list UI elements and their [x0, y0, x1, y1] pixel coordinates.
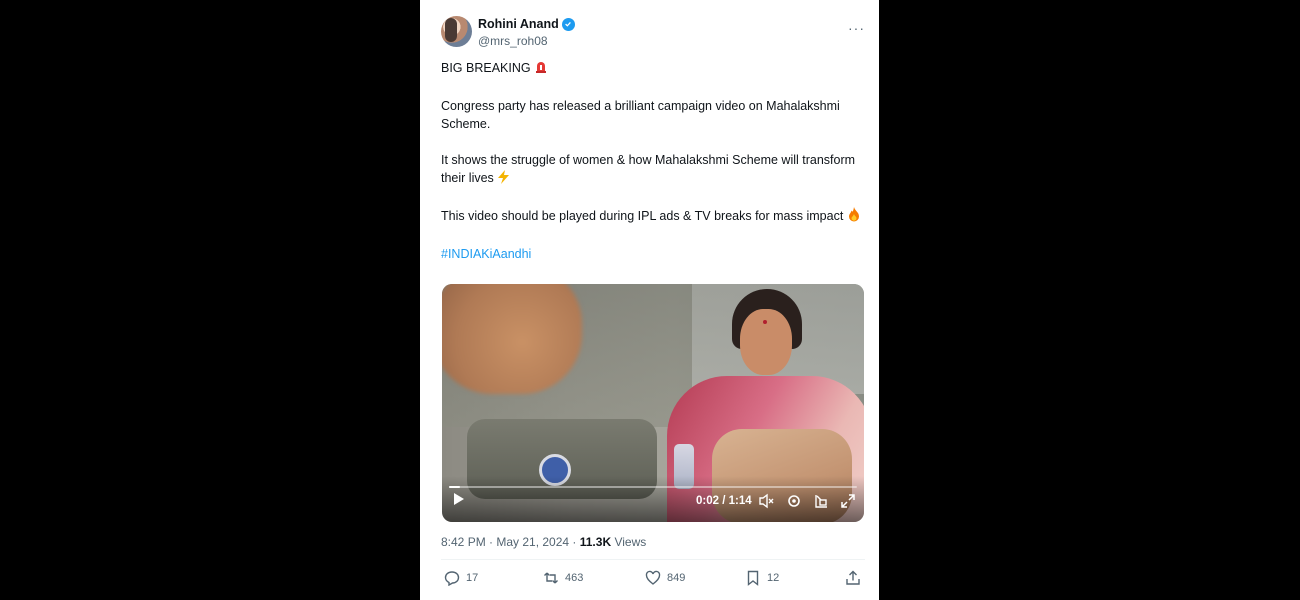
like-button[interactable]: 849: [645, 570, 685, 586]
action-bar: 17 463 849 12: [441, 570, 865, 590]
tweet-text: BIG BREAKING Congress party has released…: [441, 59, 866, 281]
tweet-meta: 8:42 PM · May 21, 2024 · 11.3K Views: [441, 535, 646, 549]
repost-icon: [544, 572, 558, 584]
reply-icon: [444, 571, 460, 586]
repost-button[interactable]: 463: [543, 570, 583, 586]
reply-button[interactable]: 17: [444, 570, 478, 586]
pip-icon[interactable]: [813, 493, 829, 509]
fullscreen-icon[interactable]: [840, 493, 856, 509]
tweet-timestamp[interactable]: 8:42 PM · May 21, 2024 ·: [441, 535, 576, 549]
verified-badge-icon: [561, 17, 575, 31]
video-player[interactable]: 0:02 / 1:14: [442, 284, 864, 522]
tweet-paragraph: BIG BREAKING: [441, 59, 866, 79]
views-count: 11.3K: [579, 535, 612, 549]
fire-emoji: [847, 207, 861, 227]
tweet-paragraph: #INDIAKiAandhi: [441, 245, 866, 263]
video-progress-fill: [449, 486, 461, 488]
tweet-paragraph: It shows the struggle of women & how Mah…: [441, 151, 866, 189]
author-name[interactable]: Rohini Anand: [478, 17, 559, 31]
siren-emoji: [534, 60, 548, 79]
views-label: Views: [614, 535, 647, 549]
share-button[interactable]: [845, 570, 861, 586]
author-row: Rohini Anand: [478, 17, 575, 31]
like-icon: [645, 570, 661, 585]
bookmark-count: 12: [767, 572, 780, 584]
tweet-card: Rohini Anand @mrs_roh08 ··· BIG BREAKING…: [420, 0, 879, 600]
hashtag-link[interactable]: #INDIAKiAandhi: [441, 247, 531, 261]
bookmark-button[interactable]: 12: [745, 570, 779, 586]
tweet-line: This video should be played during IPL a…: [441, 209, 844, 223]
bookmark-icon: [747, 570, 759, 586]
avatar[interactable]: [441, 16, 472, 47]
reply-count: 17: [466, 572, 479, 584]
captions-icon[interactable]: [758, 493, 774, 509]
like-count: 849: [667, 572, 686, 584]
author-handle[interactable]: @mrs_roh08: [478, 34, 548, 48]
tweet-paragraph: Congress party has released a brilliant …: [441, 99, 840, 131]
play-icon[interactable]: [452, 492, 466, 506]
repost-count: 463: [565, 572, 584, 584]
more-icon[interactable]: ···: [848, 20, 865, 36]
tweet-paragraph: This video should be played during IPL a…: [441, 207, 866, 227]
video-progress-bar[interactable]: [449, 486, 857, 488]
share-icon: [846, 570, 860, 585]
tweet-line: BIG BREAKING: [441, 61, 531, 75]
lightning-emoji: [497, 170, 510, 189]
video-time: 0:02 / 1:14: [696, 495, 752, 507]
settings-icon[interactable]: [786, 493, 802, 509]
divider: [441, 559, 865, 560]
tweet-header: Rohini Anand @mrs_roh08 ···: [441, 16, 865, 50]
video-controls: 0:02 / 1:14: [442, 476, 864, 522]
